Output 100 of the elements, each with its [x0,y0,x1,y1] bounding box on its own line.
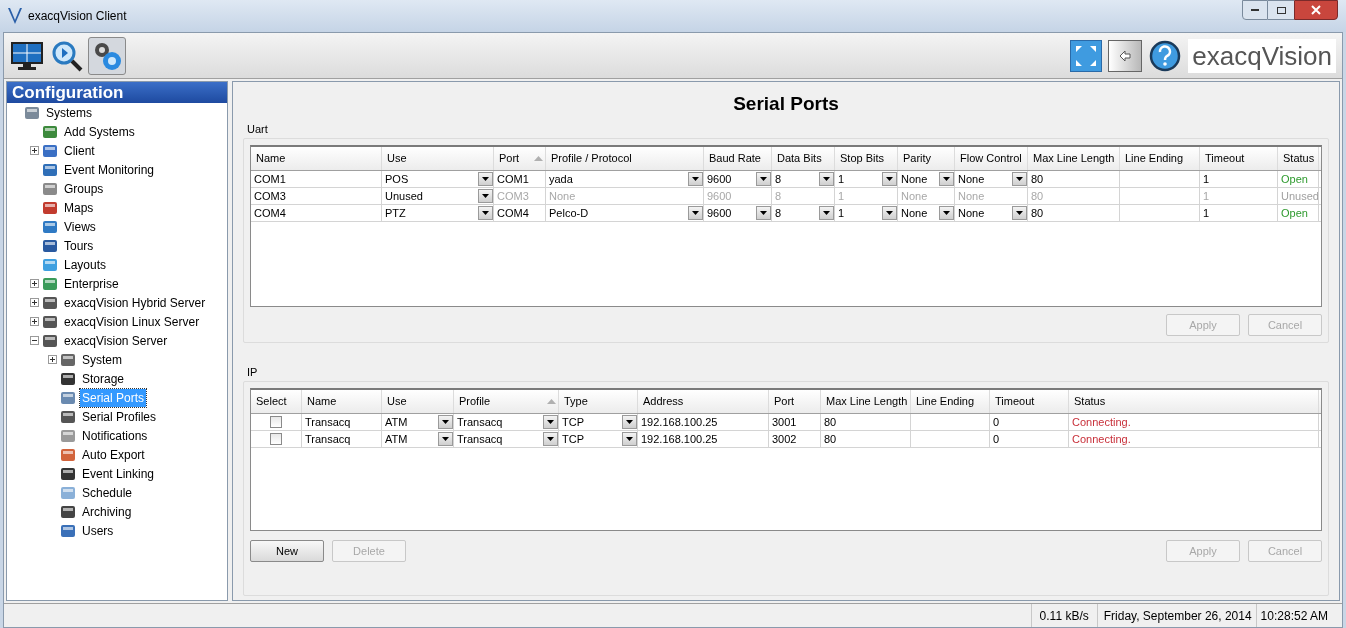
table-cell[interactable]: TCP [559,431,638,447]
caret-icon [823,211,830,215]
table-cell: 1 [1200,205,1278,221]
table-cell: 0 [990,414,1069,430]
tree-item[interactable]: Archiving [80,502,134,521]
minimize-button[interactable] [1242,0,1268,20]
close-button[interactable] [1294,0,1338,20]
expand-toggle[interactable] [30,298,39,307]
caret-icon [692,211,699,215]
column-header[interactable]: Timeout [990,390,1069,413]
column-header[interactable]: Use [382,147,494,170]
tree-item[interactable]: Add Systems [62,122,137,141]
table-cell[interactable]: yada [546,171,704,187]
tree-item[interactable]: Event Linking [80,464,157,483]
table-cell[interactable]: 1 [835,171,898,187]
tree-item[interactable]: Serial Profiles [80,407,159,426]
expand-toggle[interactable] [48,355,57,364]
table-cell[interactable]: POS [382,171,494,187]
caret-icon [547,437,554,441]
column-header[interactable]: Parity [898,147,955,170]
table-cell[interactable]: None [898,171,955,187]
table-cell[interactable]: ATM [382,414,454,430]
column-header[interactable]: Select [251,390,302,413]
help-button[interactable] [1148,38,1183,73]
table-cell: None [898,188,955,204]
table-cell[interactable]: 1 [835,205,898,221]
column-header[interactable]: Timeout [1200,147,1278,170]
table-cell[interactable]: None [955,171,1028,187]
tree-item[interactable]: Schedule [80,483,135,502]
expand-toggle[interactable] [30,146,39,155]
table-cell: 1 [835,188,898,204]
column-header[interactable]: Baud Rate [704,147,772,170]
tree-item[interactable]: exacqVision Linux Server [62,312,202,331]
column-header[interactable]: Port [769,390,821,413]
tree-item[interactable]: exacqVision Server [62,331,170,350]
tree-item[interactable]: Storage [80,369,127,388]
tree-item[interactable]: Systems [44,103,94,122]
table-cell[interactable]: 8 [772,171,835,187]
tree-item-icon [42,142,58,159]
tree-item-icon [42,180,58,197]
column-header[interactable]: Use [382,390,454,413]
select-checkbox[interactable] [270,433,282,445]
tree-item[interactable]: Notifications [80,426,150,445]
column-header[interactable]: Type [559,390,638,413]
column-header[interactable]: Line Ending [1120,147,1200,170]
tree-item[interactable]: Client [62,141,97,160]
tree-item-icon [42,294,58,311]
table-cell: 1 [1200,171,1278,187]
tree-item[interactable]: Maps [62,198,96,217]
table-cell[interactable]: None [898,205,955,221]
table-cell[interactable]: PTZ [382,205,494,221]
column-header[interactable]: Data Bits [772,147,835,170]
collapse-toggle[interactable] [30,336,39,345]
tree-item-icon [42,123,58,140]
tree-item-icon [60,484,76,501]
column-header[interactable]: Max Line Length [821,390,911,413]
tree-item[interactable]: Event Monitoring [62,160,157,179]
expand-toggle[interactable] [30,317,39,326]
column-header[interactable]: Address [638,390,769,413]
column-header[interactable]: Profile / Protocol [546,147,704,170]
exit-button[interactable] [1108,39,1143,72]
column-header[interactable]: Profile [454,390,559,413]
table-cell[interactable]: Transacq [454,414,559,430]
column-header[interactable]: Max Line Length [1028,147,1120,170]
table-cell[interactable]: ATM [382,431,454,447]
fullscreen-button[interactable] [1070,39,1103,72]
sort-ascending-icon [547,399,556,404]
caret-icon [626,420,633,424]
table-cell[interactable]: Pelco-D [546,205,704,221]
maximize-button[interactable] [1268,0,1294,20]
tree-item[interactable]: Enterprise [62,274,121,293]
tree-item[interactable]: System [80,350,124,369]
tree-item-icon [60,351,76,368]
table-cell[interactable]: TCP [559,414,638,430]
table-cell[interactable]: Transacq [454,431,559,447]
tree-item[interactable]: Auto Export [80,445,147,464]
table-cell[interactable]: 9600 [704,171,772,187]
select-checkbox[interactable] [270,416,282,428]
column-header[interactable]: Port [494,147,546,170]
column-header[interactable]: Status [1278,147,1319,170]
tree-item[interactable]: Users [80,521,116,540]
expand-toggle[interactable] [30,279,39,288]
column-header[interactable]: Line Ending [911,390,990,413]
tree-item[interactable]: exacqVision Hybrid Server [62,293,208,312]
table-cell[interactable]: 9600 [704,205,772,221]
column-header[interactable]: Flow Control [955,147,1028,170]
column-header[interactable]: Status [1069,390,1319,413]
column-header[interactable]: Name [251,147,382,170]
table-cell: None [546,188,704,204]
table-cell[interactable]: None [955,205,1028,221]
tree-item[interactable]: Groups [62,179,106,198]
tree-item[interactable]: Layouts [62,255,109,274]
tree-item[interactable]: Tours [62,236,96,255]
settings-button[interactable] [88,36,126,75]
column-header[interactable]: Stop Bits [835,147,898,170]
table-cell[interactable]: 8 [772,205,835,221]
dialog-button[interactable]: New [250,540,324,562]
tree-item[interactable]: Views [62,217,98,236]
column-header[interactable]: Name [302,390,382,413]
transfer-rate: 0.11 kB/s [1030,604,1097,627]
